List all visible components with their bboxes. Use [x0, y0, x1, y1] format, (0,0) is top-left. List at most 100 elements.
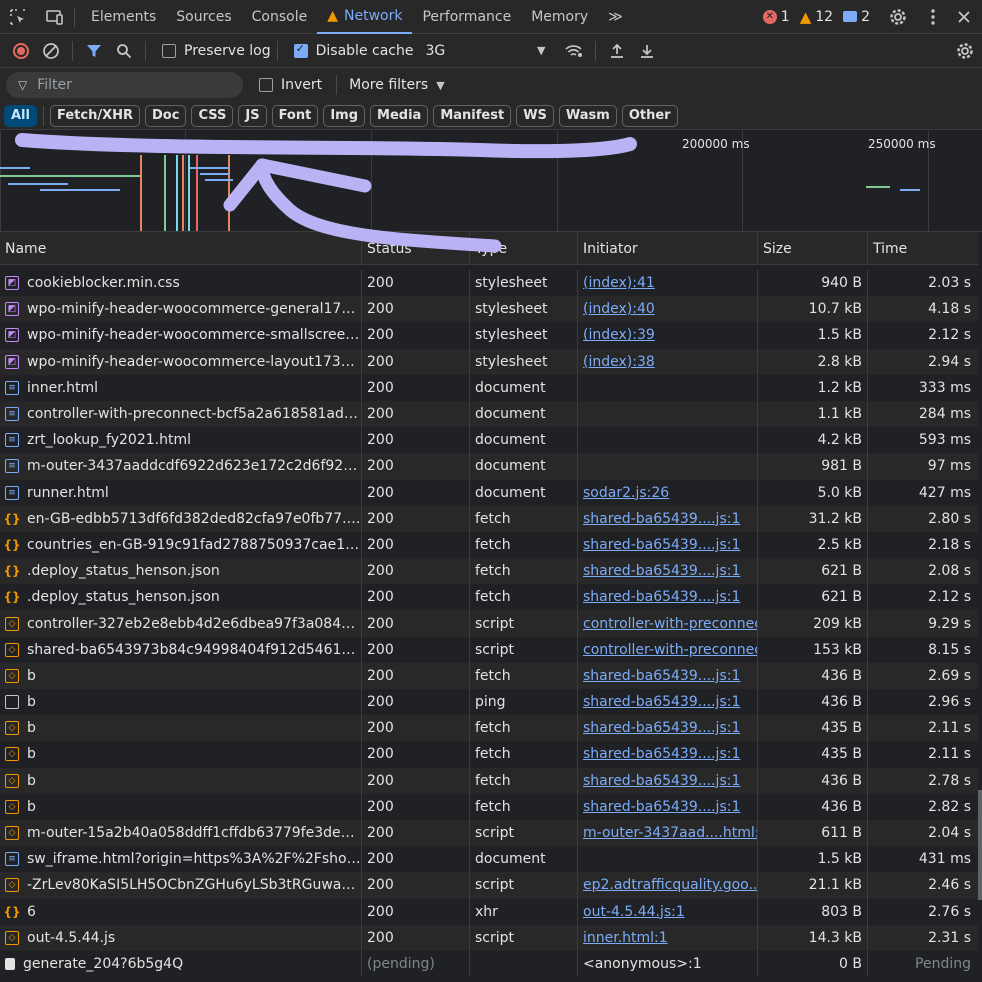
tab-elements[interactable]: Elements: [81, 0, 166, 34]
table-row[interactable]: ≡ zrt_lookup_fy2021.html 200 document 4.2 kB…: [0, 427, 978, 454]
cell-initiator[interactable]: (index):38: [578, 348, 758, 375]
cell-name[interactable]: {} en-GB-edbb5713df6fd382ded82cfa97e0fb77…: [0, 505, 362, 532]
chip-media[interactable]: Media: [370, 104, 429, 127]
table-row[interactable]: ◇ b 200 fetch shared-ba65439....js:1 436 B 2.8…: [0, 793, 978, 820]
cell-name[interactable]: ◩ wpo-minify-header-woocommerce-general17…: [0, 296, 362, 323]
cell-initiator[interactable]: [578, 427, 758, 454]
column-header-status[interactable]: Status: [362, 232, 470, 265]
chip-css[interactable]: CSS: [191, 104, 234, 127]
cell-initiator[interactable]: shared-ba65439....js:1: [578, 584, 758, 611]
cell-initiator[interactable]: shared-ba65439....js:1: [578, 767, 758, 794]
table-row[interactable]: ◇ m-outer-15a2b40a058ddff1cffdb63779fe3de…: [0, 819, 978, 847]
table-row[interactable]: ≡ runner.html 200 document sodar2.js:26 5.0 k…: [0, 479, 978, 506]
inspect-element-icon[interactable]: [0, 0, 36, 34]
table-row[interactable]: ◇ out-4.5.44.js 200 script inner.html:1 14.3 …: [0, 924, 978, 951]
table-row[interactable]: ≡ controller-with-preconnect-bcf5a2a61858…: [0, 400, 978, 428]
table-row[interactable]: ◩ wpo-minify-header-woocommerce-smallscre…: [0, 322, 978, 349]
chip-js[interactable]: JS: [238, 104, 267, 127]
cell-name[interactable]: ◇ controller-327eb2e8ebb4d2e6dbea97f3a084…: [0, 610, 362, 637]
chip-manifest[interactable]: Manifest: [433, 104, 512, 127]
cell-initiator[interactable]: ep2.adtrafficquality.goo...: [578, 872, 758, 899]
chip-fetch-xhr[interactable]: Fetch/XHR: [49, 104, 140, 127]
cell-name[interactable]: {} .deploy_status_henson.json: [0, 558, 362, 585]
cell-initiator[interactable]: controller-with-preconnect: [578, 636, 758, 663]
cell-name[interactable]: ◇ -ZrLev80KaSI5LH5OCbnZGHu6yLSb3tRGuwaxG.…: [0, 872, 362, 899]
chip-ws[interactable]: WS: [516, 104, 554, 127]
device-toolbar-icon[interactable]: [36, 0, 72, 34]
disable-cache-checkbox[interactable]: [293, 42, 308, 58]
filter-input[interactable]: ▽ Filter: [6, 72, 243, 98]
table-row[interactable]: ≡ sw_iframe.html?origin=https%3A%2F%2Fsho…: [0, 846, 978, 873]
cell-name[interactable]: ≡ m-outer-3437aaddcdf6922d623e172c2d6f927…: [0, 453, 362, 480]
cell-name[interactable]: ◇ m-outer-15a2b40a058ddff1cffdb63779fe3de…: [0, 819, 362, 847]
tab-memory[interactable]: Memory: [521, 0, 598, 34]
filter-toggle-button[interactable]: [79, 36, 109, 66]
cell-name[interactable]: {} 6: [0, 898, 362, 925]
settings-gear-icon[interactable]: [880, 0, 916, 34]
chip-wasm[interactable]: Wasm: [558, 104, 617, 127]
table-row[interactable]: {} .deploy_status_henson.json 200 fetch shar…: [0, 584, 978, 611]
cell-initiator[interactable]: shared-ba65439....js:1: [578, 793, 758, 820]
cell-initiator[interactable]: (index):39: [578, 322, 758, 349]
scrollbar-thumb[interactable]: [978, 790, 982, 900]
cell-name[interactable]: {} .deploy_status_henson.json: [0, 584, 362, 611]
table-row[interactable]: b 200 ping shared-ba65439....js:1 436 B 2.96 …: [0, 689, 978, 716]
preserve-log-checkbox[interactable]: [162, 43, 176, 58]
cell-name[interactable]: ≡ inner.html: [0, 374, 362, 401]
cell-initiator[interactable]: (index):41: [578, 270, 758, 297]
search-button[interactable]: [109, 36, 139, 66]
table-row[interactable]: ◩ wpo-minify-header-woocommerce-layout173…: [0, 348, 978, 375]
cell-initiator[interactable]: shared-ba65439....js:1: [578, 505, 758, 532]
cell-name[interactable]: ◩ wpo-minify-header-woocommerce-layout173…: [0, 348, 362, 375]
chip-other[interactable]: Other: [621, 104, 678, 127]
table-row[interactable]: ◇ shared-ba6543973b84c94998404f912d546160…: [0, 636, 978, 663]
cell-initiator[interactable]: shared-ba65439....js:1: [578, 715, 758, 742]
record-button[interactable]: [6, 36, 36, 66]
cell-initiator[interactable]: <anonymous>:1: [578, 950, 758, 978]
network-conditions-button[interactable]: [559, 36, 589, 66]
message-count[interactable]: 2: [843, 9, 870, 25]
chip-all[interactable]: All: [4, 104, 37, 127]
table-row[interactable]: ≡ m-outer-3437aaddcdf6922d623e172c2d6f927…: [0, 453, 978, 480]
clear-button[interactable]: [36, 36, 66, 66]
cell-initiator[interactable]: inner.html:1: [578, 924, 758, 951]
cell-initiator[interactable]: [578, 846, 758, 873]
cell-name[interactable]: ◇ shared-ba6543973b84c94998404f912d546160…: [0, 636, 362, 663]
cell-initiator[interactable]: [578, 374, 758, 401]
cell-initiator[interactable]: shared-ba65439....js:1: [578, 531, 758, 559]
cell-name[interactable]: ◇ out-4.5.44.js: [0, 924, 362, 951]
column-header-type[interactable]: Type: [470, 232, 578, 265]
tab-console[interactable]: Console: [242, 0, 318, 34]
table-row[interactable]: ◇ -ZrLev80KaSI5LH5OCbnZGHu6yLSb3tRGuwaxG.…: [0, 872, 978, 899]
cell-initiator[interactable]: (index):40: [578, 296, 758, 323]
column-header-name[interactable]: Name: [0, 232, 362, 265]
table-row[interactable]: ◩ wpo-minify-header-woocommerce-general17…: [0, 296, 978, 323]
table-row[interactable]: {} en-GB-edbb5713df6fd382ded82cfa97e0fb77…: [0, 505, 978, 532]
column-header-time[interactable]: Time: [868, 232, 978, 265]
table-row[interactable]: ≡ inner.html 200 document 1.2 kB 333 ms: [0, 374, 978, 401]
cell-name[interactable]: b: [0, 689, 362, 716]
cell-initiator[interactable]: shared-ba65439....js:1: [578, 558, 758, 585]
more-options-icon[interactable]: [920, 0, 946, 34]
cell-name[interactable]: ◇ b: [0, 793, 362, 820]
cell-initiator[interactable]: controller-with-preconnect: [578, 610, 758, 637]
cell-initiator[interactable]: [578, 400, 758, 428]
table-row[interactable]: ◩ cookieblocker.min.css 200 stylesheet (inde…: [0, 270, 978, 297]
chip-font[interactable]: Font: [271, 104, 319, 127]
table-row[interactable]: ◇ b 200 fetch shared-ba65439....js:1 435 B 2.1…: [0, 715, 978, 742]
table-row[interactable]: ◇ b 200 fetch shared-ba65439....js:1 435 B 2.1…: [0, 741, 978, 768]
network-settings-button[interactable]: [950, 36, 980, 66]
cell-initiator[interactable]: shared-ba65439....js:1: [578, 741, 758, 768]
tab-sources[interactable]: Sources: [166, 0, 241, 34]
table-row[interactable]: ◇ b 200 fetch shared-ba65439....js:1 436 B 2.7…: [0, 767, 978, 794]
table-row[interactable]: ◇ controller-327eb2e8ebb4d2e6dbea97f3a084…: [0, 610, 978, 637]
cell-name[interactable]: {} countries_en-GB-919c91fad2788750937cae…: [0, 531, 362, 559]
close-icon[interactable]: [950, 0, 978, 34]
column-header-size[interactable]: Size: [758, 232, 868, 265]
cell-initiator[interactable]: sodar2.js:26: [578, 479, 758, 506]
cell-initiator[interactable]: shared-ba65439....js:1: [578, 662, 758, 689]
table-row[interactable]: generate_204?6b5g4Q (pending) <anonymous>:…: [0, 950, 978, 978]
table-row[interactable]: {} 6 200 xhr out-4.5.44.js:1 803 B 2.76 s: [0, 898, 978, 925]
throttling-select[interactable]: 3G ▼: [425, 43, 545, 59]
cell-name[interactable]: ◇ b: [0, 715, 362, 742]
